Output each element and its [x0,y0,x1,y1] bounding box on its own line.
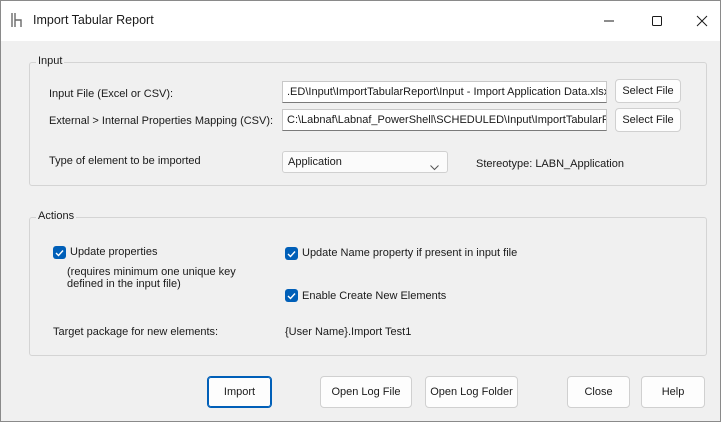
checkmark-icon [287,292,296,300]
update-properties-note-line2: defined in the input file) [67,278,181,290]
mapping-file-label: External > Internal Properties Mapping (… [49,115,274,127]
checkmark-icon [55,249,64,257]
title-bar: Import Tabular Report [1,1,720,41]
close-window-button[interactable] [679,1,721,41]
minimize-button[interactable] [586,1,632,41]
input-file-field[interactable]: .ED\Input\ImportTabularReport\Input - Im… [282,81,607,103]
input-group-title: Input [36,55,65,67]
import-tabular-report-window: Import Tabular Report Input Input File (… [0,0,721,422]
stereotype-text: Stereotype: LABN_Application [476,158,624,170]
open-log-folder-button[interactable]: Open Log Folder [425,376,518,408]
update-name-checkbox[interactable] [285,247,298,260]
maximize-button[interactable] [634,1,680,41]
open-log-file-button[interactable]: Open Log File [320,376,412,408]
chevron-down-icon [430,158,439,178]
update-properties-note-line1: (requires minimum one unique key [67,266,236,278]
window-title: Import Tabular Report [33,13,154,27]
actions-group-title: Actions [36,210,77,222]
checkmark-icon [287,250,296,258]
update-properties-label[interactable]: Update properties [70,246,157,258]
minimize-icon [604,20,614,22]
help-button[interactable]: Help [641,376,705,408]
target-package-value: {User Name}.Import Test1 [285,326,412,338]
enable-create-checkbox[interactable] [285,289,298,302]
select-input-file-button[interactable]: Select File [615,79,681,103]
import-button[interactable]: Import [207,376,272,408]
element-type-selected: Application [288,156,342,168]
close-icon [696,15,708,27]
input-file-label: Input File (Excel or CSV): [49,88,174,100]
maximize-icon [652,16,662,26]
dialog-client-area: Input Input File (Excel or CSV): .ED\Inp… [1,41,720,421]
target-package-label: Target package for new elements: [53,326,219,338]
close-button[interactable]: Close [567,376,630,408]
select-mapping-file-button[interactable]: Select File [615,108,681,132]
element-type-label: Type of element to be imported [49,155,201,167]
mapping-file-field[interactable]: C:\Labnaf\Labnaf_PowerShell\SCHEDULED\In… [282,109,607,131]
element-type-dropdown[interactable]: Application [282,151,448,173]
app-icon [11,12,25,28]
update-name-label[interactable]: Update Name property if present in input… [302,247,517,259]
enable-create-label[interactable]: Enable Create New Elements [302,290,446,302]
update-properties-checkbox[interactable] [53,246,66,259]
